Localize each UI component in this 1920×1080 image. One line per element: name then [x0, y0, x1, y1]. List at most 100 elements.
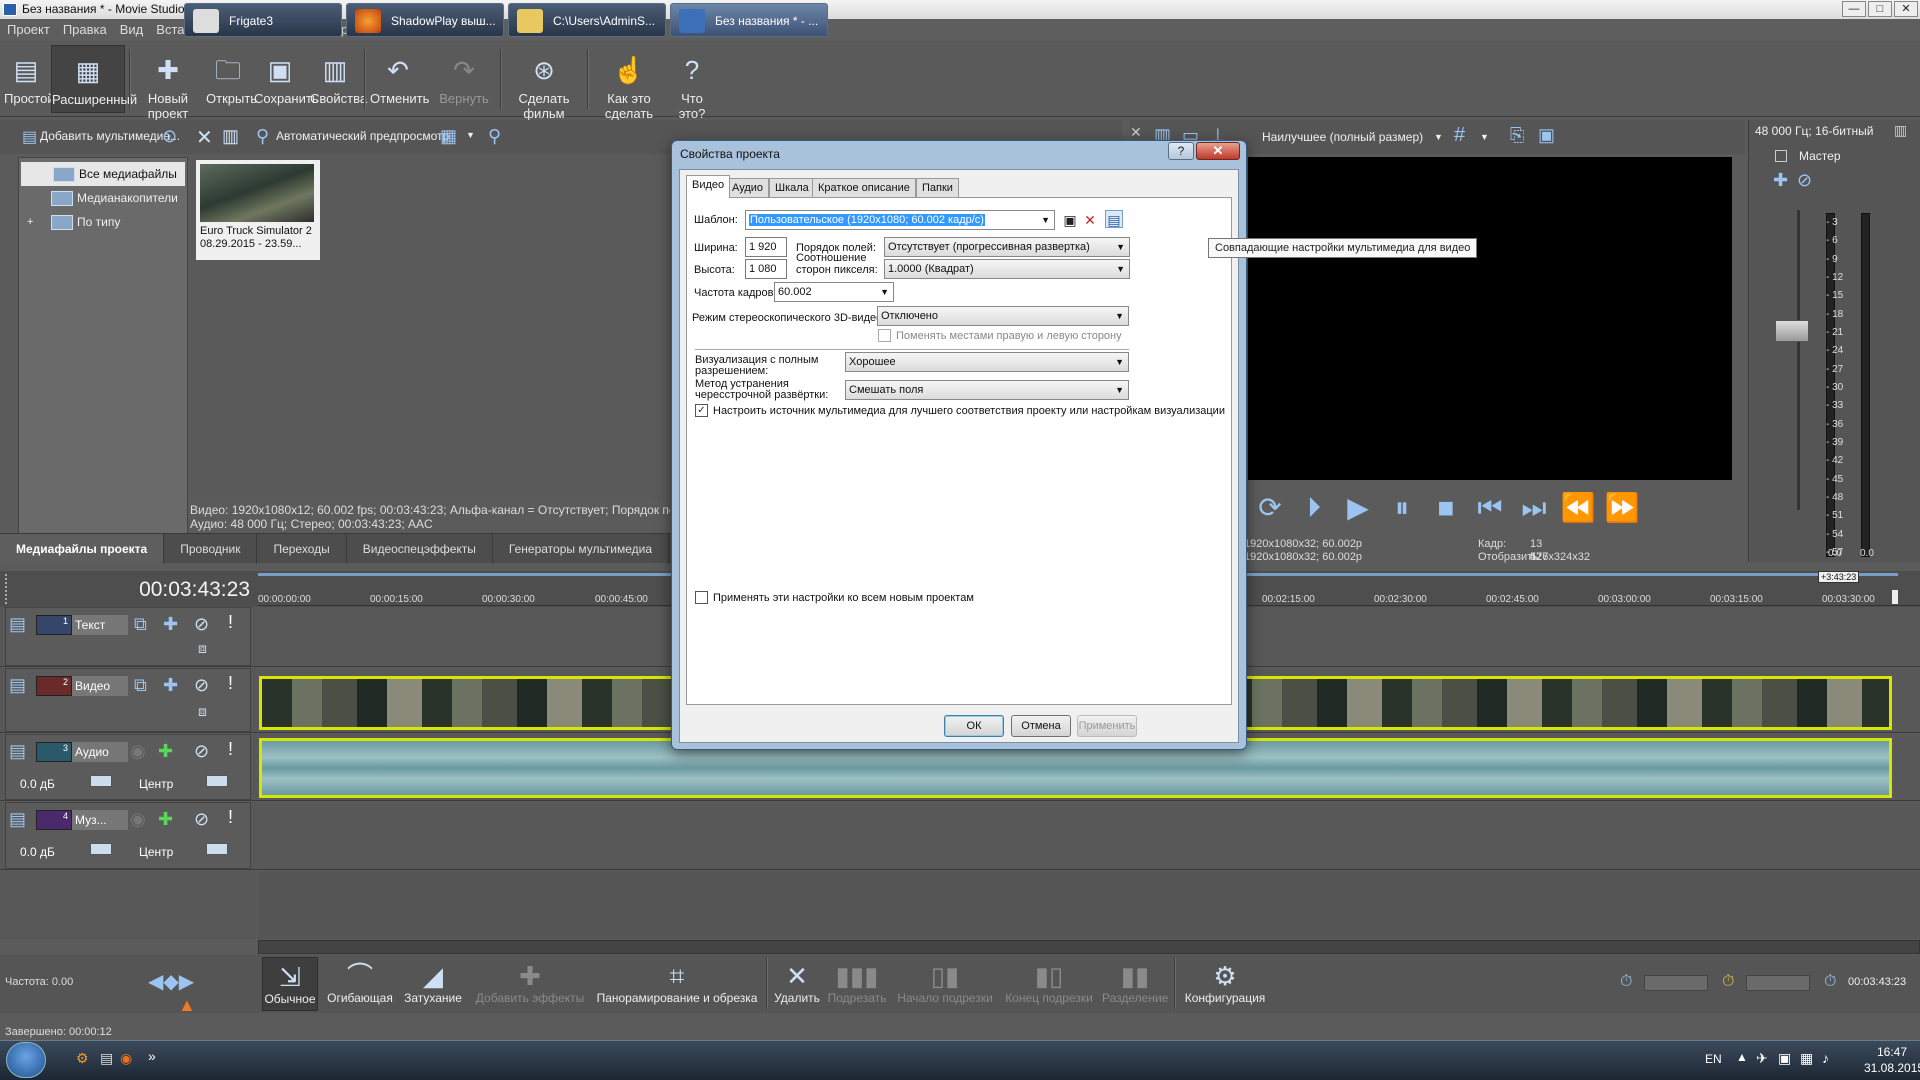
track-fx-icon[interactable]: ✚ — [163, 675, 178, 696]
pause-icon[interactable]: ⏸ — [1380, 486, 1424, 530]
view-mode-icon[interactable]: ▦ — [440, 126, 457, 147]
apply-to-new-projects-checkbox[interactable] — [695, 591, 708, 604]
maximize-button[interactable]: □ — [1868, 1, 1892, 17]
envelope-button[interactable]: ⌒ Огибающая — [324, 957, 396, 1011]
tab-media-generators[interactable]: Генераторы мультимедиа — [493, 534, 670, 564]
field-order-dropdown[interactable]: Отсутствует (прогрессивная развертка) ▼ — [884, 237, 1130, 257]
trim-start-button[interactable]: ▯▮ Начало подрезки — [894, 957, 996, 1011]
tray-arrow-icon[interactable]: ▲ — [1736, 1050, 1748, 1064]
taskbar-item-moviestudio[interactable]: Без названия * - ... — [670, 3, 828, 37]
stop-icon[interactable]: ■ — [1424, 486, 1468, 530]
track-motion-icon[interactable]: ⧉ — [134, 614, 147, 635]
trim-end-button[interactable]: ▮▯ Конец подрезки — [1002, 957, 1096, 1011]
clock[interactable]: 16:47 31.08.2015 — [1864, 1044, 1920, 1076]
record-arm-icon[interactable]: ◉ — [130, 809, 146, 830]
taskbar-item-frigate[interactable]: Frigate3 — [184, 3, 342, 37]
trim-button[interactable]: ▮▮▮ Подрезать — [826, 957, 888, 1011]
previous-frame-icon[interactable]: ⏪ — [1556, 486, 1600, 530]
loop-icon[interactable]: ⟳ — [1248, 486, 1292, 530]
dialog-help-button[interactable]: ? — [1168, 142, 1194, 160]
solo-icon[interactable]: ! — [228, 673, 233, 694]
go-to-start-icon[interactable]: ⏮ — [1468, 486, 1512, 530]
how-to-button[interactable]: ☝ Как это сделать — [592, 45, 666, 121]
stereo-3d-dropdown[interactable]: Отключено ▼ — [877, 306, 1129, 326]
track-fx-icon[interactable]: ✚ — [158, 741, 173, 762]
minimize-button[interactable]: — — [1842, 1, 1866, 17]
pixel-aspect-dropdown[interactable]: 1.0000 (Квадрат) ▼ — [884, 259, 1130, 279]
split-button[interactable]: ▮▮ Разделение — [1102, 957, 1168, 1011]
match-media-icon[interactable]: ▤ — [1105, 210, 1123, 228]
selection-start-field[interactable] — [1644, 975, 1708, 991]
tab-project-media[interactable]: Медиафайлы проекта — [0, 534, 165, 564]
track-expand-icon[interactable]: ▤ — [9, 675, 26, 696]
copy-snapshot-icon[interactable]: ⎘ — [1510, 125, 1524, 146]
tab-transitions[interactable]: Переходы — [257, 534, 347, 564]
search-icon[interactable]: ⚲ — [488, 126, 501, 147]
master-mute-icon[interactable]: ⊘ — [1797, 170, 1812, 191]
taskbar-item-explorer[interactable]: C:\Users\AdminS... — [508, 3, 666, 37]
preview-quality-dropdown[interactable]: Наилучшее (полный размер) — [1262, 130, 1423, 144]
redo-button[interactable]: ↷ Вернуть — [438, 45, 490, 113]
overlays-grid-icon[interactable]: # — [1454, 124, 1465, 147]
quicklaunch-app-icon[interactable]: ⚙ — [76, 1050, 89, 1067]
save-template-icon[interactable]: ▣ — [1061, 211, 1079, 229]
master-props-icon[interactable]: ▥ — [1894, 122, 1907, 139]
simple-mode-button[interactable]: ▤ Простой — [4, 45, 55, 113]
adjust-media-checkbox[interactable]: ✓ — [695, 404, 708, 417]
make-movie-button[interactable]: ⊛ Сделать фильм — [508, 45, 580, 121]
mute-icon[interactable]: ⊘ — [194, 614, 209, 635]
dialog-tab-video[interactable]: Видео — [686, 175, 731, 198]
pan-slider[interactable] — [206, 843, 228, 855]
track-expand-icon[interactable]: ▤ — [9, 614, 26, 635]
timeline-scrollbar[interactable] — [258, 940, 1920, 954]
undo-button[interactable]: ↶ Отменить — [370, 45, 429, 113]
quicklaunch-firefox-icon[interactable]: ◉ — [120, 1050, 132, 1067]
solo-icon[interactable]: ! — [228, 739, 233, 760]
track-name[interactable]: Аудио — [72, 742, 128, 762]
fps-dropdown[interactable]: 60.002 ▼ — [774, 282, 894, 302]
track-name[interactable]: Текст — [72, 615, 128, 635]
volume-slider[interactable] — [90, 775, 112, 787]
remove-icon[interactable]: ✕ — [196, 125, 213, 150]
network-icon[interactable]: ▦ — [1800, 1050, 1813, 1067]
close-button[interactable]: ✕ — [1894, 1, 1918, 17]
compositing-icon[interactable]: ⧈ — [198, 703, 207, 720]
properties-small-icon[interactable]: ▥ — [222, 126, 239, 147]
tree-item-media-bins[interactable]: Медианакопители — [19, 186, 187, 210]
properties-button[interactable]: ▥ Свойства — [310, 45, 367, 113]
dialog-tab-folders[interactable]: Папки — [916, 178, 959, 197]
auto-preview-button[interactable]: Автоматический предпросмотр — [276, 129, 449, 143]
delete-template-icon[interactable]: ✕ — [1081, 211, 1099, 229]
view-mode-dropdown-icon[interactable]: ▼ — [466, 130, 475, 140]
track-name[interactable]: Видео — [72, 676, 128, 696]
dialog-close-button[interactable]: ✕ — [1196, 142, 1240, 160]
go-to-end-icon[interactable]: ⏭ — [1512, 486, 1556, 530]
tray-icon-1[interactable]: ✈ — [1756, 1050, 1768, 1067]
tree-item-by-type[interactable]: + По типу — [19, 210, 187, 234]
track-motion-icon[interactable]: ⧉ — [134, 675, 147, 696]
language-indicator[interactable]: EN — [1705, 1052, 1722, 1066]
track-name[interactable]: Муз... — [72, 810, 128, 830]
master-fader-handle[interactable] — [1775, 320, 1809, 342]
open-button[interactable]: 🗀 Открыть — [206, 45, 257, 113]
apply-button[interactable]: Применить — [1077, 715, 1137, 737]
media-clip-thumbnail[interactable]: Euro Truck Simulator 2 08.29.2015 - 23.5… — [196, 160, 320, 260]
advanced-mode-button[interactable]: ▦ Расширенный — [51, 45, 137, 113]
master-plugin-icon[interactable]: ✚ — [1773, 170, 1788, 191]
tab-explorer[interactable]: Проводник — [164, 534, 258, 564]
pan-slider[interactable] — [206, 775, 228, 787]
render-quality-dropdown[interactable]: Хорошее ▼ — [845, 352, 1129, 372]
master-fx-icon[interactable] — [1775, 150, 1787, 162]
dialog-tab-summary[interactable]: Краткое описание — [812, 178, 916, 197]
tree-item-all-media[interactable]: Все медиафайлы — [21, 162, 185, 186]
record-arm-icon[interactable]: ◉ — [130, 741, 146, 762]
shuttle-icon[interactable]: ◀◆▶ — [148, 969, 194, 994]
dialog-tab-ruler[interactable]: Шкала — [769, 178, 815, 197]
width-input[interactable]: 1 920 — [745, 237, 787, 257]
tree-expand-toggle[interactable]: + — [27, 210, 33, 234]
shuttle-marker-icon[interactable]: ▲ — [178, 995, 196, 1016]
new-project-button[interactable]: ✚ Новый проект — [134, 45, 202, 121]
save-button[interactable]: ▣ Сохранить — [254, 45, 319, 113]
whats-this-button[interactable]: ? Что это? — [670, 45, 714, 121]
tray-icon-2[interactable]: ▣ — [1778, 1050, 1791, 1067]
